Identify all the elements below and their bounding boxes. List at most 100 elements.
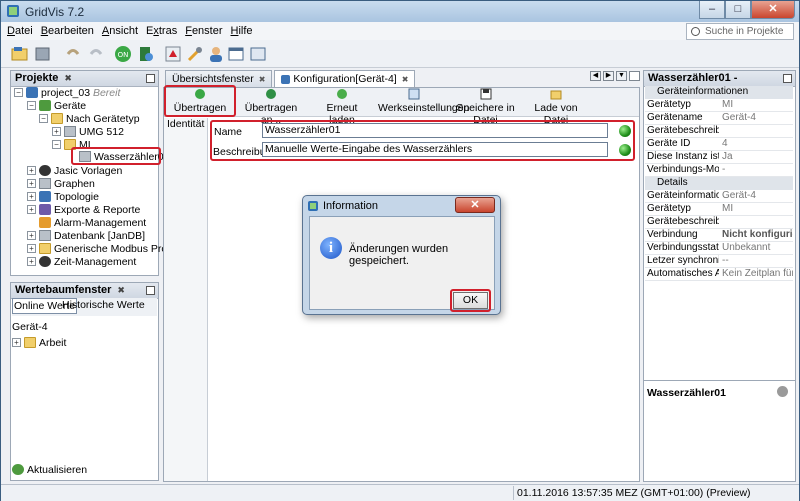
minimize-panel-icon[interactable]	[146, 286, 155, 295]
property-row[interactable]: GeräteinformationenGerät-4	[645, 190, 793, 203]
menu-hilfe[interactable]: Hilfe	[231, 25, 253, 37]
tab-list-icon[interactable]: ▼	[616, 71, 627, 81]
alarm-icon[interactable]	[164, 45, 182, 63]
tree-item-jasic[interactable]: + Jasic Vorlagen	[27, 164, 122, 177]
section-identity[interactable]: Identität	[167, 118, 204, 130]
expand-icon[interactable]: +	[27, 231, 36, 240]
dialog-title: Information	[323, 200, 379, 212]
config-tab-icon	[281, 74, 291, 84]
expand-icon[interactable]: +	[27, 179, 36, 188]
menu-ansicht[interactable]: Ansicht	[102, 25, 138, 37]
tree-item-project[interactable]: − project_03 Bereit	[14, 86, 120, 99]
help-icon[interactable]	[777, 386, 788, 397]
menu-datei[interactable]: Datei	[7, 25, 33, 37]
expand-icon[interactable]: +	[27, 244, 36, 253]
close-panel-icon[interactable]: ✖	[117, 285, 125, 295]
close-project-icon[interactable]	[34, 45, 52, 63]
property-row[interactable]: Gerätename Gerät-4	[645, 112, 793, 125]
tree-item-umg512[interactable]: + UMG 512	[52, 125, 124, 138]
expand-icon[interactable]: +	[27, 166, 36, 175]
expand-icon[interactable]: +	[12, 338, 21, 347]
status-bar: 01.11.2016 13:57:35 MEZ (GMT+01:00) (Pre…	[1, 484, 799, 501]
tree-item-database[interactable]: + Datenbank [JanDB]	[27, 229, 145, 242]
reload-button[interactable]: Erneut laden	[316, 88, 368, 126]
tree-item-topology[interactable]: + Topologie	[27, 190, 99, 203]
expand-icon[interactable]: +	[27, 257, 36, 266]
close-tab-icon[interactable]: ✖	[259, 75, 266, 84]
load-from-file-button[interactable]: Lade von Datei	[527, 88, 585, 126]
tree-item-by-type[interactable]: − Nach Gerätetyp	[39, 112, 140, 125]
dialog-close-button[interactable]: ✕	[455, 197, 495, 213]
property-row[interactable]: Automatisches AusleKein Zeitplan für d..…	[645, 268, 793, 281]
collapse-icon[interactable]: −	[14, 88, 23, 97]
property-row[interactable]: Verbindungs-Modus-	[645, 164, 793, 177]
maximize-editor-icon[interactable]	[629, 71, 640, 81]
tree-item-devices[interactable]: − Geräte	[27, 99, 86, 112]
refresh-button[interactable]: Aktualisieren	[12, 463, 87, 476]
info-icon: i	[320, 237, 342, 259]
menu-extras[interactable]: Extras	[146, 25, 177, 37]
main-toolbar: ON	[1, 40, 799, 68]
property-row[interactable]: Gerätebeschreibung	[645, 125, 793, 138]
search-input[interactable]: Suche in Projekte (Ctrl+I)	[686, 23, 794, 52]
factory-settings-button[interactable]: Werkseinstellungen	[378, 88, 469, 116]
maximize-button[interactable]: □	[725, 1, 751, 19]
tree-item-alarm[interactable]: Alarm-Management	[39, 216, 146, 229]
console-icon[interactable]	[249, 45, 267, 63]
collapse-icon[interactable]: −	[39, 114, 48, 123]
property-row[interactable]: VerbindungNicht konfiguriert	[645, 229, 793, 242]
values-panel-header: Wertebaumfenster ✖	[11, 283, 158, 299]
tab-history-values[interactable]: Historische Werte	[62, 299, 145, 311]
tools-icon[interactable]	[186, 45, 204, 63]
search-icon	[691, 27, 700, 36]
minimize-panel-icon[interactable]	[146, 74, 155, 83]
collapse-icon[interactable]: −	[52, 140, 61, 149]
values-tree-arbeit[interactable]: + Arbeit	[12, 336, 66, 349]
save-to-file-button[interactable]: Speichere in Datei	[452, 88, 519, 126]
dialog-message: Änderungen wurden gespeichert.	[349, 243, 449, 267]
properties-section-details[interactable]: Details	[645, 177, 793, 190]
open-project-icon[interactable]	[11, 45, 29, 63]
devices-icon	[39, 100, 51, 111]
property-row[interactable]: Diese Instanz ist fürJa	[645, 151, 793, 164]
report-icon	[39, 204, 51, 215]
tree-item-time[interactable]: + Zeit-Management	[27, 255, 136, 268]
property-row[interactable]: Letzer synchronisier--	[645, 255, 793, 268]
tree-item-exports[interactable]: + Exporte & Reporte	[27, 203, 140, 216]
tree-item-graphs[interactable]: + Graphen	[27, 177, 95, 190]
measure-icon[interactable]: ON	[114, 45, 132, 63]
property-row[interactable]: Gerätetyp MI	[645, 99, 793, 112]
transfer-to-button[interactable]: Übertragen an ..	[239, 88, 303, 126]
projects-panel-header: Projekte ✖	[11, 71, 158, 87]
redo-icon[interactable]	[87, 45, 105, 63]
property-row[interactable]: Gerätetyp MI	[645, 203, 793, 216]
property-row[interactable]: Geräte ID 4	[645, 138, 793, 151]
scroll-left-icon[interactable]: ◀	[590, 71, 601, 81]
property-row[interactable]: VerbindungsstatusUnbekannt	[645, 242, 793, 255]
collapse-icon[interactable]: −	[27, 101, 36, 110]
scroll-right-icon[interactable]: ▶	[603, 71, 614, 81]
topology-icon	[39, 191, 51, 202]
folder-icon	[51, 113, 63, 124]
user-icon[interactable]	[207, 45, 225, 63]
undo-icon[interactable]	[64, 45, 82, 63]
property-row[interactable]: Gerätebeschreibung	[645, 216, 793, 229]
window-icon[interactable]	[227, 45, 245, 63]
expand-icon[interactable]: +	[27, 192, 36, 201]
device-scan-icon[interactable]	[137, 45, 155, 63]
expand-icon[interactable]: +	[27, 205, 36, 214]
tab-configuration[interactable]: Konfiguration[Gerät-4] ✖	[274, 70, 416, 87]
close-panel-icon[interactable]: ✖	[64, 73, 72, 83]
menu-fenster[interactable]: Fenster	[185, 25, 222, 37]
properties-section-info[interactable]: Geräteinformationen	[645, 86, 793, 99]
close-tab-icon[interactable]: ✖	[402, 75, 409, 84]
minimize-button[interactable]: –	[699, 1, 725, 19]
menu-bearbeiten[interactable]: Bearbeiten	[41, 25, 94, 37]
properties-panel-header: Wasserzähler01 - Eigens...✖	[644, 71, 795, 99]
app-window: GridVis 7.2 – □ ✕ Datei Bearbeiten Ansic…	[0, 0, 800, 501]
tree-item-modbus[interactable]: + Generische Modbus Profile	[27, 242, 181, 255]
close-window-button[interactable]: ✕	[751, 1, 795, 19]
expand-icon[interactable]: +	[52, 127, 61, 136]
minimize-panel-icon[interactable]	[783, 74, 792, 83]
tab-nav-controls: ◀ ▶ ▼	[590, 71, 640, 81]
